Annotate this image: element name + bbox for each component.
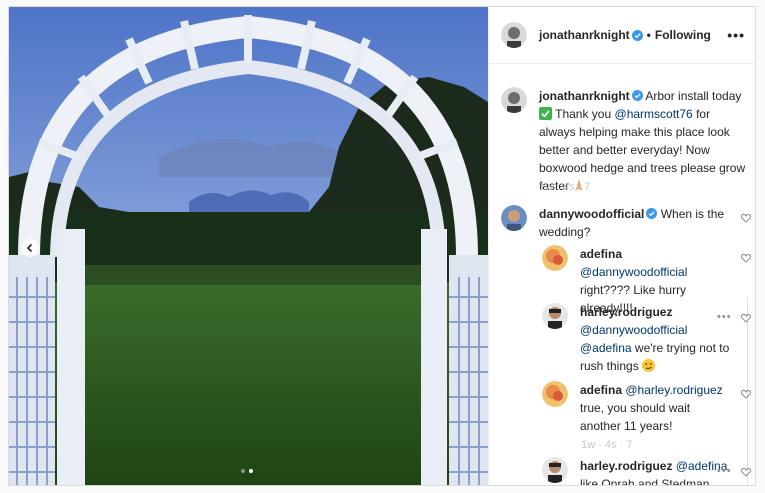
- comment-mention[interactable]: @dannywoodofficial: [580, 323, 687, 337]
- reply-faint-meta: 1w · 4s · 7: [581, 439, 633, 451]
- caption-mention[interactable]: @harmscott76: [615, 107, 693, 121]
- comment-mention[interactable]: @dannywoodofficial: [580, 265, 687, 279]
- comment-text: harley.rodriguez @dannywoodofficial @ade…: [580, 303, 730, 375]
- more-icon[interactable]: •••: [717, 465, 732, 477]
- smirk-emoji-icon: [642, 359, 656, 372]
- avatar-image: [501, 205, 527, 231]
- comment-text: dannywoodofficial When is the wedding?: [539, 205, 729, 241]
- check-emoji-icon: [539, 107, 552, 120]
- avatar-image: [542, 381, 568, 407]
- reply: harley.rodriguez @adefina like Oprah and…: [542, 457, 742, 486]
- comment-mention[interactable]: @harley.rodriguez: [625, 383, 722, 397]
- reply: adefina @harley.rodriguez true, you shou…: [542, 381, 742, 435]
- post-dialog: jonathanrknight • Following ••• jonathan…: [8, 6, 756, 486]
- chevron-left-icon: [26, 243, 33, 253]
- caption: jonathanrknight Arbor install today Than…: [501, 87, 749, 195]
- post-sidebar: jonathanrknight • Following ••• jonathan…: [488, 7, 755, 486]
- avatar[interactable]: [542, 457, 568, 483]
- comment-body: like Oprah and Stedman: [580, 477, 710, 486]
- more-icon[interactable]: •••: [717, 311, 732, 323]
- arbor-photo: [9, 7, 488, 485]
- verified-icon: [646, 208, 658, 219]
- avatar-image: [542, 245, 568, 271]
- avatar-image: [501, 22, 527, 48]
- comment-username[interactable]: harley.rodriguez: [580, 305, 672, 319]
- avatar[interactable]: [542, 245, 568, 271]
- caption-line-1: Arbor install today: [645, 89, 742, 103]
- post-photo[interactable]: [9, 7, 488, 485]
- comments-list: jonathanrknight Arbor install today Than…: [489, 65, 755, 486]
- caption-line-2: Thank you: [555, 107, 612, 121]
- verified-icon: [631, 29, 643, 41]
- carousel-prev-button[interactable]: [21, 239, 39, 257]
- comment-username[interactable]: dannywoodofficial: [539, 207, 644, 221]
- avatar[interactable]: [501, 87, 527, 113]
- carousel-dot: [241, 469, 245, 473]
- avatar[interactable]: [501, 22, 527, 48]
- comment-username[interactable]: harley.rodriguez: [580, 459, 672, 473]
- following-button[interactable]: Following: [655, 28, 711, 42]
- heart-icon[interactable]: [741, 389, 751, 399]
- verified-icon: [631, 90, 643, 101]
- comment-username[interactable]: adefina: [580, 247, 622, 261]
- comment-mention-2[interactable]: @adefina: [580, 341, 632, 355]
- caption-text: jonathanrknight Arbor install today Than…: [539, 87, 749, 195]
- avatar-image: [501, 87, 527, 113]
- comment-username[interactable]: adefina: [580, 383, 622, 397]
- heart-icon[interactable]: [741, 253, 751, 263]
- comment-text: harley.rodriguez @adefina like Oprah and…: [580, 457, 730, 486]
- avatar[interactable]: [501, 205, 527, 231]
- reply: harley.rodriguez @dannywoodofficial @ade…: [542, 303, 742, 375]
- heart-icon[interactable]: [741, 313, 751, 323]
- comment-body: true, you should wait another 11 years!: [580, 401, 691, 433]
- avatar[interactable]: [542, 303, 568, 329]
- comment-text: adefina @harley.rodriguez true, you shou…: [580, 381, 730, 435]
- heart-icon[interactable]: [741, 213, 751, 223]
- avatar-image: [542, 303, 568, 329]
- heart-icon[interactable]: [741, 467, 751, 477]
- author-username[interactable]: jonathanrknight: [539, 28, 630, 42]
- more-icon[interactable]: •••: [727, 27, 745, 43]
- avatar[interactable]: [542, 381, 568, 407]
- carousel-indicator: [241, 469, 253, 473]
- comment: dannywoodofficial When is the wedding?: [501, 205, 731, 241]
- separator: •: [646, 28, 651, 42]
- post-header: jonathanrknight • Following •••: [489, 7, 755, 64]
- avatar-image: [542, 457, 568, 483]
- caption-username[interactable]: jonathanrknight: [539, 89, 630, 103]
- carousel-dot-active: [249, 469, 253, 473]
- caption-faint-meta: 1w · 4s · 7: [539, 181, 591, 193]
